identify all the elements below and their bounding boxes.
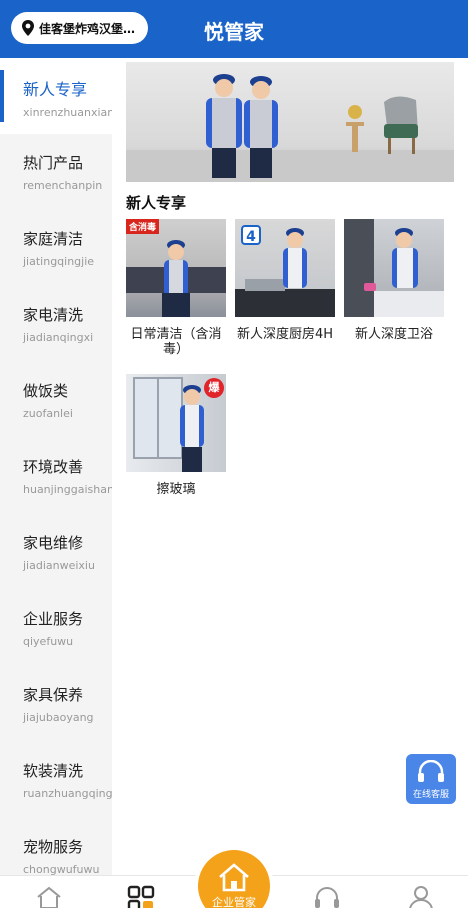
sidebar-item-pinyin: jiajubaoyang xyxy=(23,711,94,724)
sidebar-item-zuofanlei[interactable]: 做饭类 zuofanlei xyxy=(0,362,112,438)
sidebar-item-pinyin: jiadianqingxi xyxy=(23,331,94,344)
sidebar-item-label: 软装清洗 xyxy=(23,762,84,780)
sidebar-item-label: 热门产品 xyxy=(23,154,84,172)
sidebar-item-label: 企业服务 xyxy=(23,610,84,628)
sidebar-item-pinyin: remenchanpin xyxy=(23,179,103,192)
sidebar-item-pinyin: jiatingqingjie xyxy=(23,255,95,268)
tab-profile[interactable] xyxy=(406,884,436,908)
enterprise-butler-button[interactable]: 企业管家 xyxy=(198,850,270,908)
sidebar-item-label: 家庭清洁 xyxy=(23,230,84,248)
service-icon xyxy=(315,887,339,908)
sidebar-item-chongwufuwu[interactable]: 宠物服务 chongwufuwu xyxy=(0,818,112,875)
product-card[interactable]: 新人深度卫浴 xyxy=(344,219,444,342)
sidebar-item-qiyefuwu[interactable]: 企业服务 qiyefuwu xyxy=(0,590,112,666)
product-image: 4 xyxy=(235,219,335,317)
sidebar-item-label: 家电维修 xyxy=(23,534,84,552)
sidebar-item-huanjinggaishan[interactable]: 环境改善 huanjinggaishan xyxy=(0,438,112,514)
home-icon xyxy=(37,886,61,908)
banner-workers-illustration xyxy=(206,74,418,178)
category-icon xyxy=(127,885,155,908)
sidebar-item-pinyin: jiadianweixiu xyxy=(23,559,95,572)
product-image xyxy=(344,219,444,317)
sidebar-item-remenchanpin[interactable]: 热门产品 remenchanpin xyxy=(0,134,112,210)
tab-home[interactable] xyxy=(34,884,64,908)
hours-badge: 4 xyxy=(241,225,261,245)
headset-icon xyxy=(418,760,444,782)
sidebar-item-label: 做饭类 xyxy=(23,382,69,400)
sidebar-item-label: 环境改善 xyxy=(23,458,84,476)
product-image: 爆 xyxy=(126,374,226,472)
sidebar-item-pinyin: qiyefuwu xyxy=(23,635,74,648)
sidebar-item-label: 家具保养 xyxy=(23,686,84,704)
profile-icon xyxy=(409,886,433,908)
sidebar-item-label: 宠物服务 xyxy=(23,838,84,856)
sidebar-item-pinyin: ruanzhuangqing xyxy=(23,787,112,800)
bathroom-illustration xyxy=(344,219,444,317)
product-card[interactable]: 爆 擦玻璃 xyxy=(126,374,226,497)
section-title: 新人专享 xyxy=(126,194,187,212)
sidebar-item-pinyin: huanjinggaishan xyxy=(23,483,112,496)
sidebar-item-pinyin: zuofanlei xyxy=(23,407,73,420)
sidebar-item-jiadianweixiu[interactable]: 家电维修 jiadianweixiu xyxy=(0,514,112,590)
online-service-button[interactable]: 在线客服 xyxy=(406,754,456,804)
product-image: 含消毒 xyxy=(126,219,226,317)
hot-badge: 爆 xyxy=(204,378,224,398)
category-sidebar: 新人专享 xinrenzhuanxian 热门产品 remenchanpin 家… xyxy=(0,58,112,875)
sidebar-item-ruanzhuangqingxi[interactable]: 软装清洗 ruanzhuangqing xyxy=(0,742,112,818)
sidebar-item-pinyin: xinrenzhuanxian xyxy=(23,106,112,119)
product-card[interactable]: 4 新人深度厨房4H xyxy=(235,219,335,342)
sidebar-item-label: 家电清洗 xyxy=(23,306,84,324)
sidebar-item-jiajubaoyang[interactable]: 家具保养 jiajubaoyang xyxy=(0,666,112,742)
sidebar-item-pinyin: chongwufuwu xyxy=(23,863,100,875)
product-name: 新人深度卫浴 xyxy=(354,327,433,342)
sidebar-item-xinrenzhuanxiang[interactable]: 新人专享 xinrenzhuanxian xyxy=(0,58,112,134)
sidebar-item-jiatingqingjie[interactable]: 家庭清洁 jiatingqingjie xyxy=(0,210,112,286)
tab-service[interactable] xyxy=(312,884,342,908)
house-icon xyxy=(219,863,249,892)
sidebar-item-jiadianqingxi[interactable]: 家电清洗 jiadianqingxi xyxy=(0,286,112,362)
disinfect-badge: 含消毒 xyxy=(126,219,160,234)
product-name: 日常清洁（含消毒） xyxy=(130,327,222,357)
tab-category[interactable] xyxy=(126,884,156,908)
app-header: 佳客堡炸鸡汉堡… 悦管家 xyxy=(0,0,468,58)
product-name: 擦玻璃 xyxy=(156,482,196,497)
product-name: 新人深度厨房4H xyxy=(236,327,334,342)
promo-banner[interactable] xyxy=(126,62,454,182)
product-card[interactable]: 含消毒 日常清洁（含消毒） xyxy=(126,219,226,357)
online-service-label: 在线客服 xyxy=(412,790,449,800)
enterprise-butler-label: 企业管家 xyxy=(212,896,256,908)
page-title: 悦管家 xyxy=(204,20,264,44)
sidebar-item-label: 新人专享 xyxy=(23,80,88,99)
